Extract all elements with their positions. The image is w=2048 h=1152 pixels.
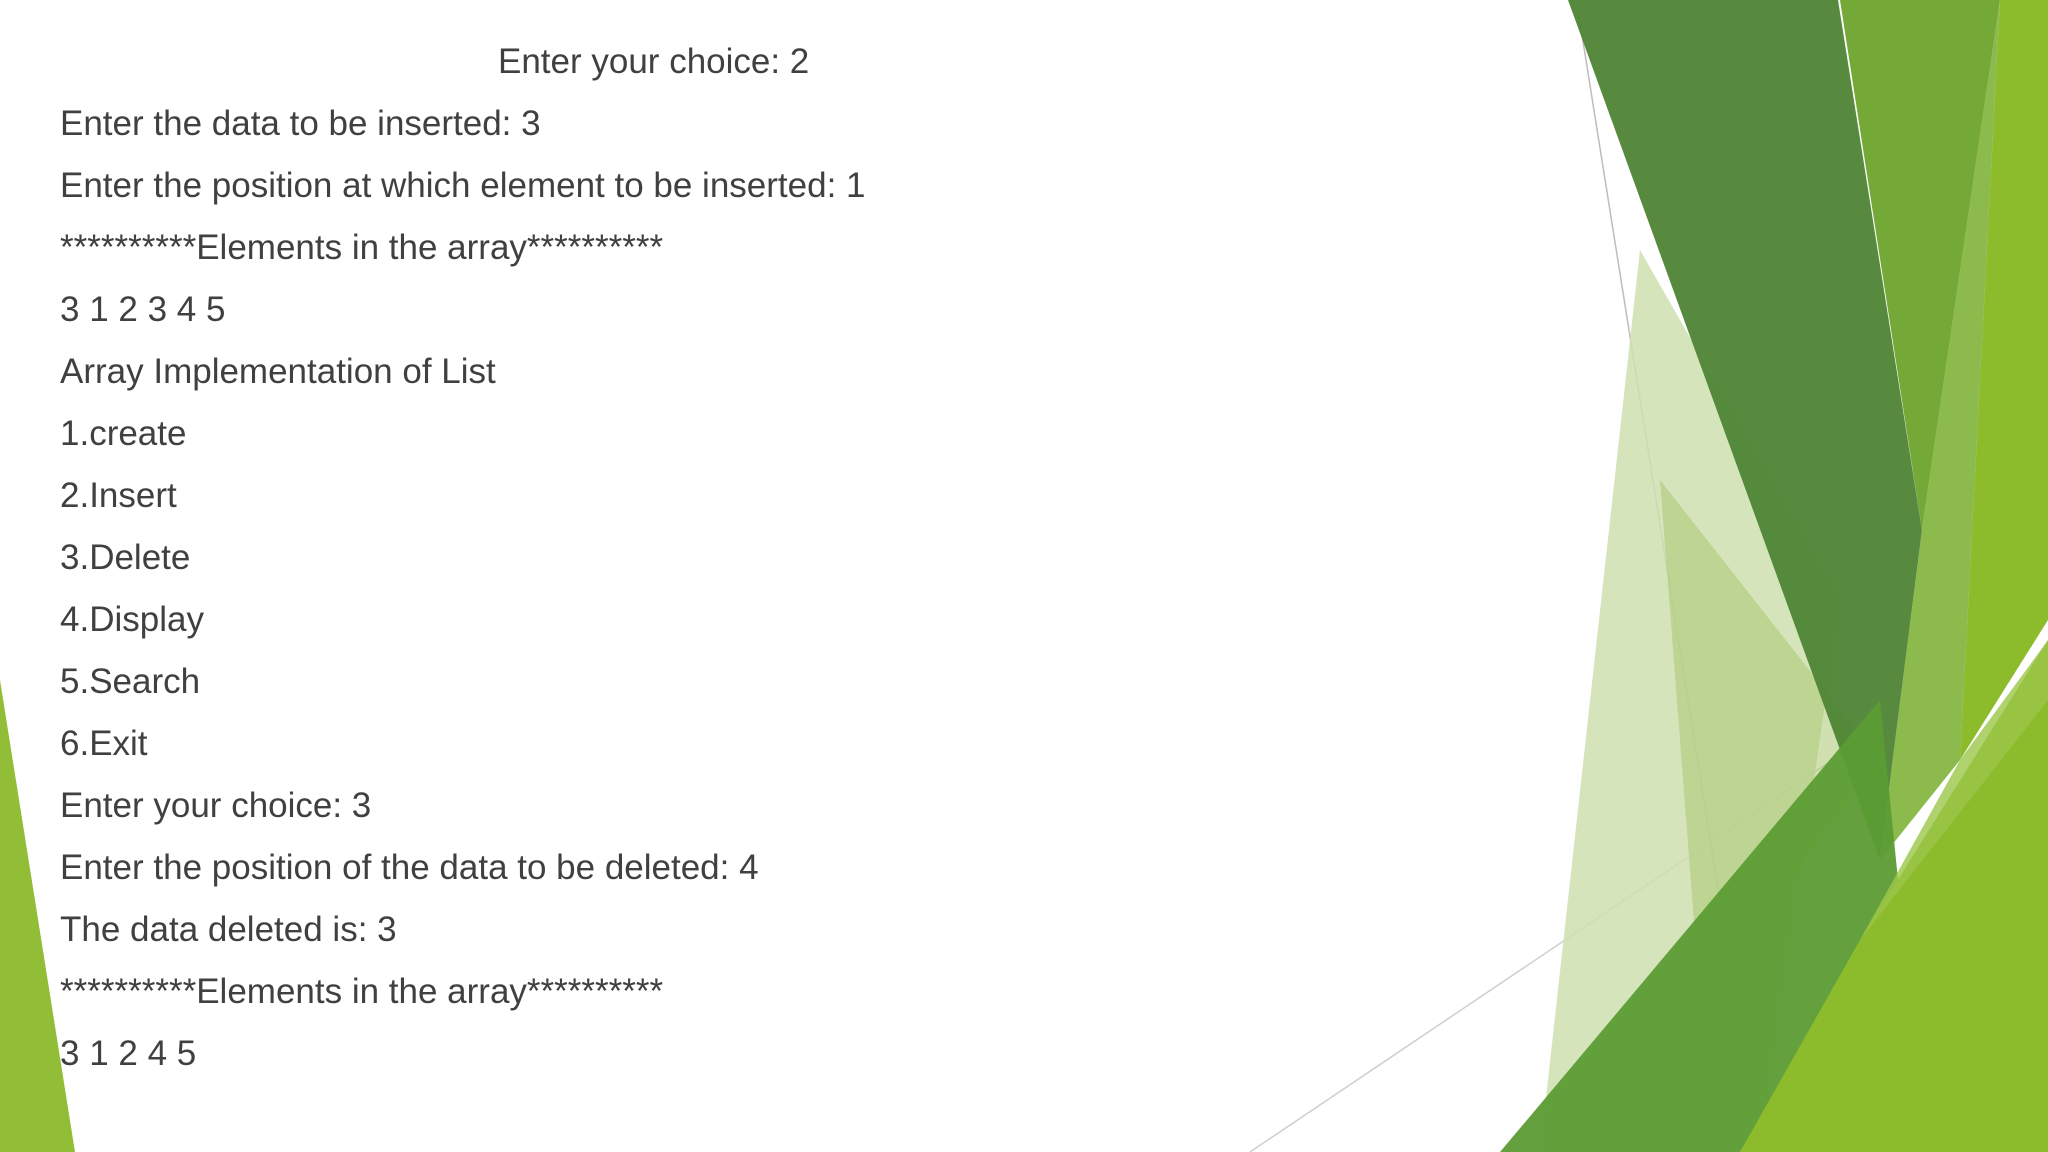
text-line: The data deleted is: 3	[60, 910, 397, 949]
console-output: Enter your choice: 2 Enter the data to b…	[0, 0, 1500, 1152]
text-line: 3.Delete	[60, 538, 191, 577]
text-line: Enter the position at which element to b…	[60, 166, 866, 205]
text-line: 1.create	[60, 414, 187, 453]
text-line: Enter your choice: 3	[60, 786, 372, 825]
text-line: 6.Exit	[60, 724, 148, 763]
text-line: 2.Insert	[60, 476, 177, 515]
text-line: Enter the position of the data to be del…	[60, 848, 759, 887]
text-line: 3 1 2 4 5	[60, 1034, 197, 1073]
text-line: 3 1 2 3 4 5	[60, 290, 226, 329]
text-line: Enter your choice: 2	[498, 42, 810, 81]
slide: Enter your choice: 2 Enter the data to b…	[0, 0, 2048, 1152]
text-line: **********Elements in the array*********…	[60, 972, 664, 1011]
text-line: 4.Display	[60, 600, 204, 639]
text-line: 5.Search	[60, 662, 201, 701]
text-line: Enter the data to be inserted: 3	[60, 104, 541, 143]
text-line: **********Elements in the array*********…	[60, 228, 664, 267]
text-line: Array Implementation of List	[60, 352, 496, 391]
